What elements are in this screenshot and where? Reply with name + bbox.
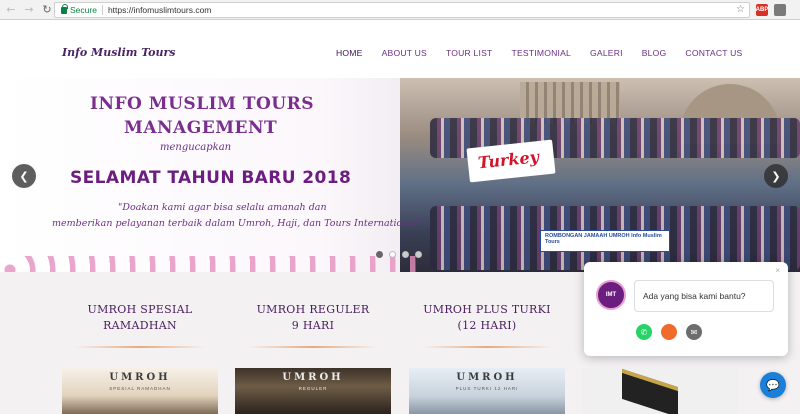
package-image-reguler[interactable]: UMROH REGULER	[235, 368, 391, 414]
forward-icon[interactable]: →	[22, 3, 36, 17]
main-nav: HOME ABOUT US TOUR LIST TESTIMONIAL GALE…	[336, 48, 762, 58]
flower-decoration	[0, 256, 420, 272]
nav-testimonial[interactable]: TESTIMONIAL	[512, 48, 572, 58]
chat-launcher-button[interactable]: 💬	[760, 372, 786, 398]
package-title-turki[interactable]: UMROH PLUS TURKI (12 HARI)	[412, 302, 562, 334]
chat-icon: 💬	[766, 378, 780, 392]
thumb-subtitle: REGULER	[298, 386, 328, 391]
thumb-title: UMROH	[456, 372, 518, 383]
whatsapp-icon[interactable]: ✆	[636, 324, 652, 340]
chat-message: Ada yang bisa kami bantu?	[634, 280, 774, 312]
site-header: Info Muslim Tours HOME ABOUT US TOUR LIS…	[0, 20, 800, 78]
turkey-banner-text: Turkey	[477, 147, 540, 173]
address-bar[interactable]: Secure https://infomuslimtours.com ☆	[54, 2, 750, 18]
nav-blog[interactable]: BLOG	[642, 48, 667, 58]
package-title-ramadhan[interactable]: UMROH SPESIAL RAMADHAN	[65, 302, 215, 334]
slide-headline: SELAMAT TAHUN BARU 2018	[70, 168, 352, 188]
email-icon[interactable]: ✉	[686, 324, 702, 340]
chat-popup: × IMT Ada yang bisa kami bantu? ✆ ✉	[584, 262, 788, 356]
browser-toolbar: ← → ↻ Secure https://infomuslimtours.com…	[0, 0, 800, 20]
adblock-extension-icon[interactable]: ABP	[756, 4, 768, 16]
slide-quote-line1: "Doakan kami agar bisa selalu amanah dan	[118, 202, 327, 213]
thumb-title: UMROH	[109, 372, 171, 383]
close-icon[interactable]: ×	[775, 266, 780, 275]
package-title-line1: UMROH REGULER	[256, 303, 370, 316]
slider-dot[interactable]	[402, 251, 409, 258]
thumb-subtitle: SPESIAL RAMADHAN	[109, 386, 171, 391]
site-logo[interactable]: Info Muslim Tours	[62, 46, 175, 59]
nav-about-us[interactable]: ABOUT US	[382, 48, 427, 58]
package-title-line2: (12 HARI)	[457, 319, 517, 332]
slide-quote-line2: memberikan pelayanan terbaik dalam Umroh…	[52, 218, 422, 229]
url-text[interactable]: https://infomuslimtours.com	[108, 5, 211, 15]
slider-dot[interactable]	[415, 251, 422, 258]
package-image-ramadhan[interactable]: UMROH SPESIAL RAMADHAN	[62, 368, 218, 414]
hero-slider: Turkey ROMBONGAN JAMAAH UMROH Info Musli…	[0, 78, 800, 272]
package-title-line2: 9 HARI	[291, 319, 335, 332]
messenger-icon[interactable]	[661, 324, 677, 340]
divider	[101, 5, 103, 15]
back-icon[interactable]: ←	[4, 3, 18, 17]
thumb-subtitle: PLUS TURKI 12 HARI	[455, 386, 519, 391]
package-title-line1: UMROH PLUS TURKI	[423, 303, 551, 316]
slide-title-line2: MANAGEMENT	[124, 118, 278, 138]
slider-next-button[interactable]: ❯	[764, 164, 788, 188]
slider-dots	[376, 251, 422, 258]
package-title-line2: RAMADHAN	[103, 319, 177, 332]
thumb-title: UMROH	[282, 372, 344, 383]
nav-contact-us[interactable]: CONTACT US	[685, 48, 742, 58]
avatar: IMT	[596, 280, 626, 310]
rombongan-banner: ROMBONGAN JAMAAH UMROH Info Muslim Tours	[540, 230, 670, 252]
divider	[75, 346, 205, 348]
nav-tour-list[interactable]: TOUR LIST	[446, 48, 493, 58]
extension-icon[interactable]	[774, 4, 786, 16]
package-title-reguler[interactable]: UMROH REGULER 9 HARI	[238, 302, 388, 334]
bookmark-star-icon[interactable]: ☆	[736, 4, 745, 15]
slide-subtitle: mengucapkan	[160, 142, 232, 153]
package-image-kaaba[interactable]	[582, 368, 738, 414]
slider-dot[interactable]	[389, 251, 396, 258]
nav-galeri[interactable]: GALERI	[590, 48, 623, 58]
divider	[248, 346, 378, 348]
package-image-turki[interactable]: UMROH PLUS TURKI 12 HARI	[409, 368, 565, 414]
secure-label: Secure	[70, 5, 97, 15]
nav-home[interactable]: HOME	[336, 48, 363, 58]
slide-title-line1: INFO MUSLIM TOURS	[90, 94, 315, 114]
slider-prev-button[interactable]: ❮	[12, 164, 36, 188]
divider	[422, 346, 552, 348]
package-title-line1: UMROH SPESIAL	[87, 303, 193, 316]
lock-icon	[61, 3, 68, 14]
reload-icon[interactable]: ↻	[40, 3, 54, 17]
slider-dot[interactable]	[376, 251, 383, 258]
kaaba-image	[622, 368, 678, 414]
